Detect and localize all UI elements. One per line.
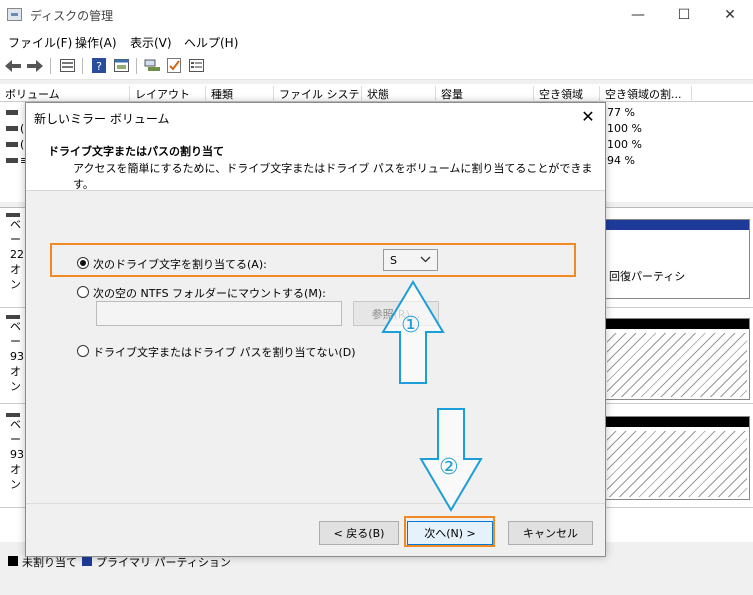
- dialog-heading: ドライブ文字またはパスの割り当て: [48, 145, 224, 158]
- primary-partition-bar: [605, 220, 749, 230]
- status-bar: [0, 568, 753, 595]
- disk-0-info[interactable]: ベー 22: オン: [0, 213, 28, 292]
- column-status[interactable]: 状態: [362, 86, 436, 102]
- unallocated-bar: [605, 417, 749, 427]
- dialog-close-button[interactable]: ✕: [578, 107, 598, 127]
- mount-ntfs-folder-label[interactable]: 次の空の NTFS フォルダーにマウントする(M):: [93, 285, 326, 301]
- column-free-space[interactable]: 空き領域: [534, 86, 600, 102]
- no-drive-letter-label[interactable]: ドライブ文字またはドライブ パスを割り当てない(D): [93, 344, 356, 360]
- window-title: ディスクの管理: [30, 9, 114, 23]
- disk-type: ベー: [10, 418, 21, 446]
- dialog-footer-divider: [26, 503, 605, 504]
- table-row-free-percent: 100 %: [607, 138, 642, 151]
- dialog-subheading: アクセスを簡単にするために、ドライブ文字またはドライブ パスをボリュームに割り当…: [73, 162, 593, 191]
- column-layout[interactable]: レイアウト: [130, 86, 206, 102]
- volume-icon: [6, 158, 18, 163]
- legend-primary-swatch: [82, 556, 92, 566]
- disk-icon: [6, 213, 20, 217]
- new-mirror-volume-dialog: 新しいミラー ボリューム ✕ ドライブ文字またはパスの割り当て アクセスを簡単に…: [25, 102, 606, 557]
- column-filesystem[interactable]: ファイル システム: [274, 86, 362, 117]
- disk-status: オン: [10, 463, 21, 491]
- menu-action[interactable]: 操作(A): [75, 34, 117, 51]
- column-volume[interactable]: ボリューム: [0, 86, 130, 102]
- list-icon[interactable]: [187, 57, 205, 74]
- unallocated-block[interactable]: [604, 318, 750, 400]
- unallocated-bar: [605, 319, 749, 329]
- table-row-free-percent: 77 %: [607, 106, 635, 119]
- console-icon[interactable]: [112, 57, 130, 74]
- disk-2-info[interactable]: ベー 93 オン: [0, 413, 26, 492]
- svg-text:?: ?: [96, 60, 102, 73]
- help-icon[interactable]: ?: [90, 57, 108, 74]
- step1-number: ①: [401, 313, 421, 338]
- step1-highlight-box: [50, 243, 576, 277]
- unallocated-hatch: [607, 333, 747, 397]
- menu-help[interactable]: ヘルプ(H): [184, 34, 238, 51]
- forward-icon[interactable]: [26, 57, 44, 74]
- window-titlebar: ディスクの管理 — ☐ ✕: [0, 0, 753, 30]
- dialog-titlebar: 新しいミラー ボリューム ✕: [26, 103, 605, 131]
- check-icon[interactable]: [165, 57, 183, 74]
- dialog-header: ドライブ文字またはパスの割り当て アクセスを簡単にするために、ドライブ文字または…: [26, 131, 605, 191]
- toolbar-separator: [136, 58, 137, 74]
- volume-list-header: ボリューム レイアウト 種類 ファイル システム 状態 容量 空き領域 空き領域…: [0, 84, 753, 117]
- disk-icon: [6, 413, 20, 417]
- disk-status: オン: [10, 263, 21, 291]
- disk-type: ベー: [10, 320, 21, 348]
- dialog-title: 新しいミラー ボリューム: [34, 112, 170, 126]
- properties-icon[interactable]: [58, 57, 76, 74]
- disk-1-info[interactable]: ベー 93 オン: [0, 315, 26, 394]
- disk-status: オン: [10, 365, 21, 393]
- toolbar: ?: [0, 52, 753, 80]
- disk-type: ベー: [10, 218, 21, 246]
- screen: ディスクの管理 — ☐ ✕ ファイル(F) 操作(A) 表示(V) ヘルプ(H)…: [0, 0, 753, 595]
- volume-icon: [6, 110, 18, 115]
- unallocated-hatch: [607, 431, 747, 497]
- menu-file[interactable]: ファイル(F): [8, 34, 72, 51]
- cancel-button[interactable]: キャンセル: [508, 521, 593, 545]
- maximize-button[interactable]: ☐: [661, 0, 707, 30]
- back-icon[interactable]: [4, 57, 22, 74]
- volume-name-fragment: (: [20, 138, 25, 151]
- folder-path-input[interactable]: [96, 301, 342, 326]
- legend-unallocated-swatch: [8, 556, 18, 566]
- back-button[interactable]: < 戻る(B): [319, 521, 399, 545]
- disk-size: 93: [10, 350, 24, 363]
- table-row-free-percent: 94 %: [607, 154, 635, 167]
- menu-view[interactable]: 表示(V): [130, 34, 172, 51]
- step2-number: ②: [439, 455, 459, 480]
- toolbar-separator: [50, 58, 51, 74]
- disk-size: 22:: [10, 248, 28, 261]
- table-row-free-percent: 100 %: [607, 122, 642, 135]
- connect-icon[interactable]: [143, 57, 161, 74]
- step2-highlight-box: [404, 516, 495, 547]
- menu-bar: ファイル(F) 操作(A) 表示(V) ヘルプ(H): [0, 30, 753, 52]
- toolbar-separator: [82, 58, 83, 74]
- partition-label: 回復パーティシ: [609, 270, 686, 283]
- disk-icon: [6, 315, 20, 319]
- no-drive-letter-radio[interactable]: [77, 345, 89, 357]
- volume-icon: [6, 142, 18, 147]
- column-capacity[interactable]: 容量: [436, 86, 534, 102]
- column-type[interactable]: 種類: [206, 86, 274, 102]
- volume-name-fragment: (: [20, 122, 25, 135]
- disk-size: 93: [10, 448, 24, 461]
- volume-icon: [6, 126, 18, 131]
- mount-ntfs-folder-radio[interactable]: [77, 286, 89, 298]
- recovery-partition-block[interactable]: 回復パーティシ: [604, 219, 750, 299]
- unallocated-block[interactable]: [604, 416, 750, 500]
- close-button[interactable]: ✕: [707, 0, 753, 30]
- disk-management-icon: [7, 8, 22, 21]
- column-free-percent[interactable]: 空き領域の割...: [600, 86, 692, 102]
- minimize-button[interactable]: —: [615, 0, 661, 30]
